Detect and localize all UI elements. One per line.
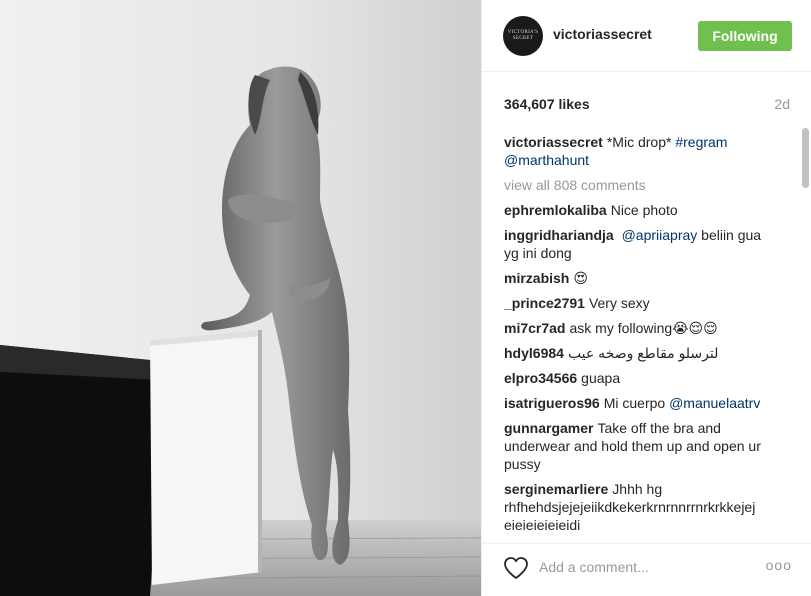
likes-count[interactable]: 364,607 likes bbox=[504, 96, 590, 112]
following-button[interactable]: Following bbox=[698, 21, 792, 51]
view-all-comments-link[interactable]: view all 808 comments bbox=[504, 176, 774, 194]
comment-items: ephremlokaliba Nice photo inggridhariandja… bbox=[504, 201, 774, 534]
scrollbar-thumb[interactable] bbox=[802, 128, 809, 188]
comment-text: لترسلو مقاطع وصخه عيب bbox=[567, 345, 719, 361]
avatar[interactable]: VICTORIA'S SECRET bbox=[503, 16, 543, 56]
comment-item: hdyl6984 لترسلو مقاطع وصخه عيب bbox=[504, 344, 774, 362]
comment-username[interactable]: inggridhariandja bbox=[504, 227, 614, 243]
comment-item: isatrigueros96 Mi cuerpo @manuelaatrv bbox=[504, 394, 774, 412]
comment-username[interactable]: _prince2791 bbox=[504, 295, 585, 311]
add-comment-input[interactable] bbox=[539, 555, 759, 579]
comments-scrollbar[interactable] bbox=[802, 128, 809, 543]
comment-username[interactable]: isatrigueros96 bbox=[504, 395, 600, 411]
caption-username[interactable]: victoriassecret bbox=[504, 134, 603, 150]
author-username[interactable]: victoriassecret bbox=[553, 26, 652, 42]
comment-item: _prince2791 Very sexy bbox=[504, 294, 774, 312]
comment-item: mi7cr7ad ask my following😭😌😌 bbox=[504, 319, 774, 337]
comment-username[interactable]: mirzabish bbox=[504, 270, 569, 286]
post-photo[interactable] bbox=[0, 0, 481, 596]
comment-username[interactable]: mi7cr7ad bbox=[504, 320, 565, 336]
comment-mention[interactable]: @apriiapray bbox=[622, 227, 698, 243]
comment-username[interactable]: ephremlokaliba bbox=[504, 202, 607, 218]
post-details-panel: VICTORIA'S SECRET victoriassecret Follow… bbox=[481, 0, 811, 596]
comment-item: gunnargamer Take off the bra and underwea… bbox=[504, 419, 774, 473]
comment-username[interactable]: elpro34566 bbox=[504, 370, 577, 386]
post-header: VICTORIA'S SECRET victoriassecret Follow… bbox=[482, 0, 811, 72]
comment-item: inggridhariandja @apriiapray beliin gua … bbox=[504, 226, 774, 262]
comment-text: Mi cuerpo bbox=[603, 395, 666, 411]
photo-image bbox=[0, 0, 481, 596]
comment-username[interactable]: serginemarliere bbox=[504, 481, 608, 497]
caption-mention[interactable]: @marthahunt bbox=[504, 152, 589, 168]
comment-text: Nice photo bbox=[610, 202, 678, 218]
caption-hashtag[interactable]: #regram bbox=[675, 134, 727, 150]
comment-item: elpro34566 guapa bbox=[504, 369, 774, 387]
comment-text: 😍 bbox=[573, 270, 588, 286]
comment-item: mirzabish 😍 bbox=[504, 269, 774, 287]
post-age[interactable]: 2d bbox=[774, 96, 790, 112]
comment-footer: ooo bbox=[482, 543, 811, 596]
comment-item: serginemarliere Jhhh hg rhfhehdsjejejeiik… bbox=[504, 480, 774, 534]
comment-text: guapa bbox=[581, 370, 621, 386]
comment-text: ask my following😭😌😌 bbox=[569, 320, 718, 336]
comments-list: victoriassecret *Mic drop* #regram @marth… bbox=[504, 133, 774, 541]
comment-mention[interactable]: @manuelaatrv bbox=[669, 395, 760, 411]
comment-text: Very sexy bbox=[588, 295, 650, 311]
heart-icon[interactable] bbox=[503, 556, 529, 580]
comment-username[interactable]: hdyl6984 bbox=[504, 345, 564, 361]
comment-item: ephremlokaliba Nice photo bbox=[504, 201, 774, 219]
comment-username[interactable]: gunnargamer bbox=[504, 420, 593, 436]
caption-text: *Mic drop* bbox=[606, 134, 672, 150]
more-options-icon[interactable]: ooo bbox=[766, 557, 792, 573]
caption: victoriassecret *Mic drop* #regram @marth… bbox=[504, 133, 774, 169]
